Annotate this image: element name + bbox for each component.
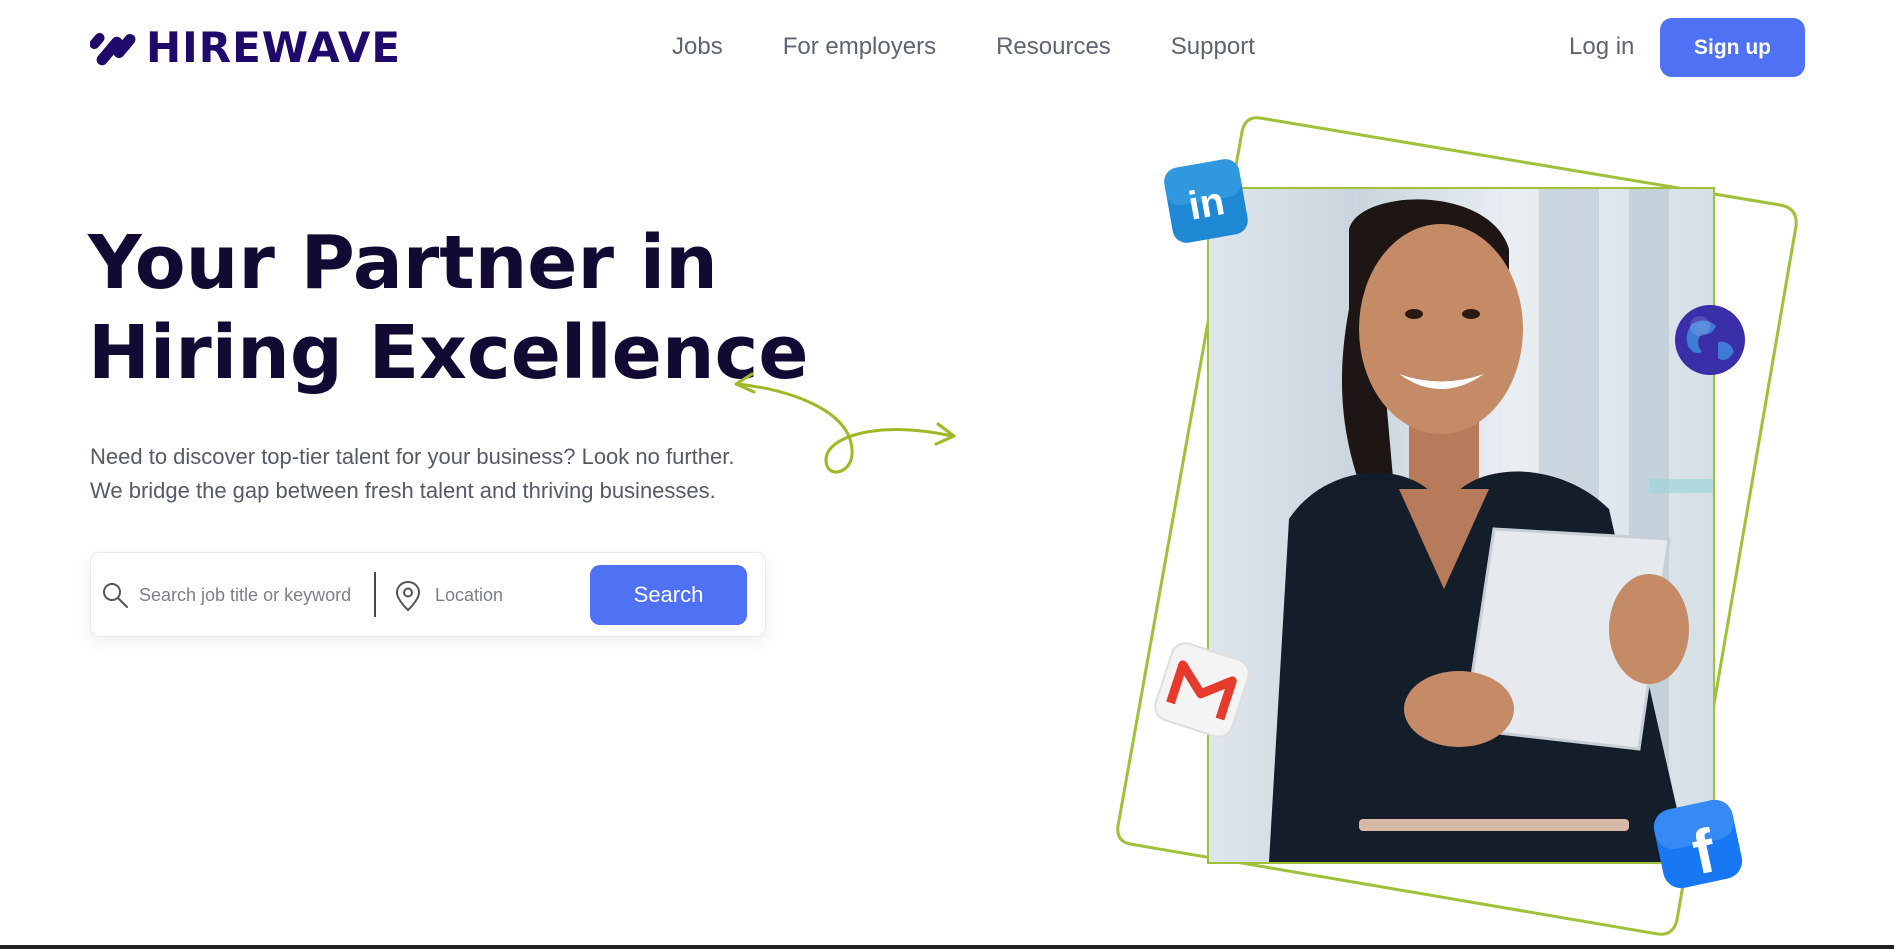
hero-photo	[1207, 187, 1715, 864]
page-bottom-divider	[0, 945, 1894, 949]
location-input[interactable]	[433, 578, 577, 612]
wave-slashes-logo-icon	[90, 32, 136, 66]
hero-subtitle-line: We bridge the gap between fresh talent a…	[90, 478, 716, 503]
search-icon	[103, 583, 128, 608]
brand-logo[interactable]: HIREWAVE	[90, 26, 401, 70]
globe-icon	[1675, 305, 1745, 375]
main-nav: Jobs For employers Resources Support	[672, 30, 1315, 64]
nav-for-employers[interactable]: For employers	[783, 30, 936, 64]
login-link[interactable]: Log in	[1569, 30, 1634, 64]
keyword-search-input[interactable]	[137, 578, 366, 612]
location-pin-icon	[395, 580, 421, 612]
nav-resources[interactable]: Resources	[996, 30, 1111, 64]
nav-jobs[interactable]: Jobs	[672, 30, 723, 64]
job-search-bar: Search	[90, 552, 766, 637]
search-button[interactable]: Search	[590, 565, 747, 625]
hero-title-line: Your Partner in	[88, 220, 718, 306]
linkedin-icon: in	[1164, 159, 1248, 243]
curly-arrow-icon	[734, 372, 956, 474]
search-divider	[374, 572, 376, 617]
gmail-icon	[1154, 642, 1250, 738]
hero-subtitle: Need to discover top-tier talent for you…	[90, 440, 790, 508]
hero-title: Your Partner in Hiring Excellence	[88, 218, 809, 398]
hero-title-line: Hiring Excellence	[88, 310, 809, 396]
hero-subtitle-line: Need to discover top-tier talent for you…	[90, 444, 735, 469]
brand-name: HIREWAVE	[146, 23, 402, 72]
signup-button[interactable]: Sign up	[1660, 18, 1805, 77]
svg-text:in: in	[1185, 179, 1228, 229]
facebook-icon: f	[1653, 799, 1743, 888]
nav-support[interactable]: Support	[1171, 30, 1255, 64]
woman-with-tablet-illustration	[1269, 189, 1713, 862]
